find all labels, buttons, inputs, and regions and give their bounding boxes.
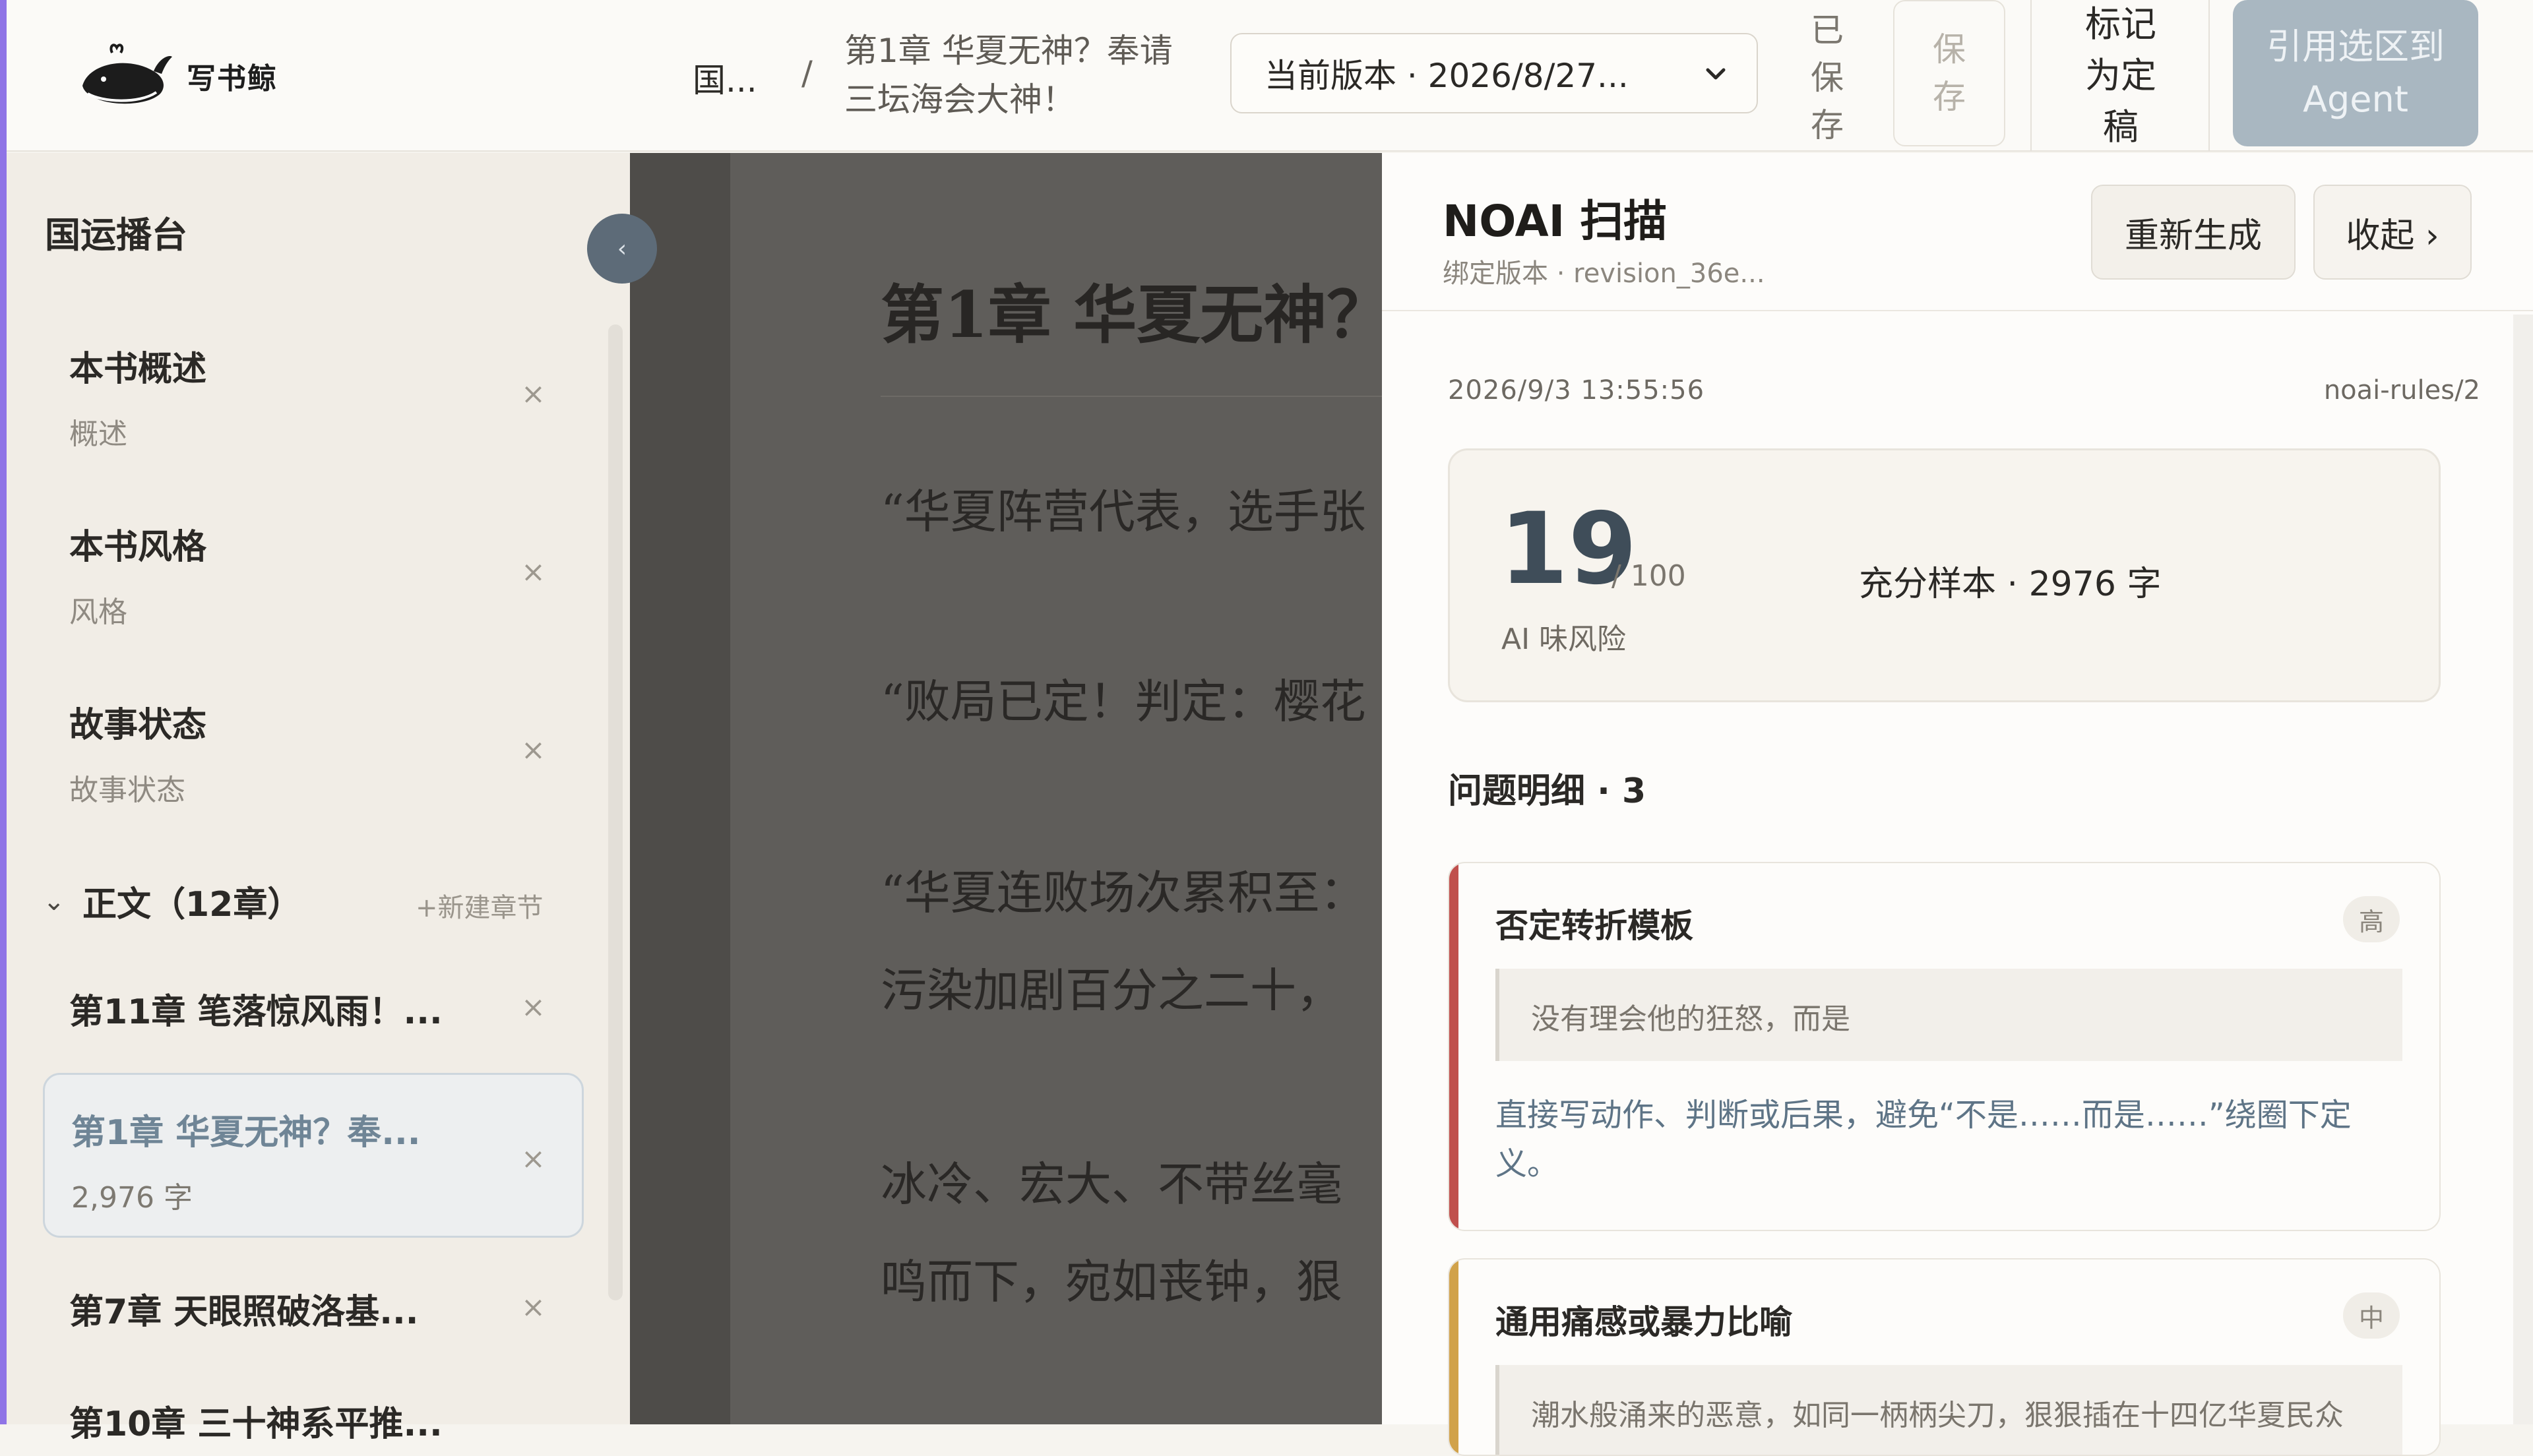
sidebar-item-label: 本书概述 — [69, 349, 207, 389]
close-icon[interactable]: × — [521, 1142, 546, 1176]
editor-chapter-title[interactable]: 第1章 华夏无神？ — [881, 264, 1382, 355]
scan-rules-version: noai-rules/2 — [2323, 375, 2480, 406]
noai-panel-title: NOAI 扫描 — [1443, 196, 1668, 247]
app-name: 写书鲸 — [187, 62, 278, 96]
version-select[interactable]: 当前版本 · 2026/8/27... — [1230, 33, 1758, 113]
chapter-item-active[interactable]: 第1章 华夏无神？奉... 2,976 字 — [43, 1073, 584, 1238]
close-icon[interactable]: × — [521, 733, 546, 767]
app-logo[interactable]: 写书鲸 — [76, 40, 278, 112]
editor-paragraph[interactable]: “华夏阵营代表，选手张 — [881, 463, 1366, 561]
chapter-item-title: 第1章 华夏无神？奉... — [71, 1113, 421, 1153]
cite-to-agent-button[interactable]: 引用选区到 Agent — [2233, 0, 2478, 146]
editor-paragraph[interactable]: 污染加剧百分之二十， — [881, 942, 1342, 1039]
close-icon[interactable]: × — [521, 377, 546, 411]
editor-title-rule — [881, 396, 1382, 397]
editor-paragraph[interactable]: 冰冷、宏大、不带丝毫 — [881, 1136, 1342, 1233]
noai-scan-panel: NOAI 扫描 绑定版本 · revision_36e... 重新生成 收起 ›… — [1382, 153, 2533, 1456]
sidebar-book-title: 国运播台 — [45, 214, 187, 256]
editor-paragraph[interactable]: 鸣而下，宛如丧钟，狠 — [881, 1233, 1342, 1331]
sidebar: 国运播台 本书概述 概述 × 本书风格 风格 × 故事状态 故事状态 × ⌄ 正… — [7, 153, 630, 1444]
editor-paragraph[interactable]: “败局已定！判定：樱花 — [881, 653, 1366, 750]
regenerate-button[interactable]: 重新生成 — [2091, 185, 2296, 280]
sidebar-scrollbar[interactable] — [608, 324, 623, 1300]
severity-badge: 高 — [2343, 896, 2400, 942]
issue-card[interactable]: 通用痛感或暴力比喻 中 潮水般涌来的恶意，如同一柄柄尖刀，狠狠插在十四亿华夏民众 — [1448, 1258, 2441, 1456]
chapter-item[interactable]: 第10章 三十神系平推... — [69, 1396, 491, 1445]
sidebar-item-story-state[interactable]: 故事状态 故事状态 — [69, 697, 571, 808]
issue-name: 否定转折模板 — [1495, 907, 1693, 945]
sidebar-item-label: 故事状态 — [69, 706, 207, 745]
chevron-down-icon — [1706, 68, 1726, 80]
sample-size: 充分样本 · 2976 字 — [1859, 564, 2162, 604]
saved-status: 已保存 — [1811, 11, 1844, 144]
issue-quote: 没有理会他的狂怒，而是 — [1495, 969, 2402, 1061]
close-icon[interactable]: × — [521, 1290, 546, 1324]
editor-content: 第1章 华夏无神？ “华夏阵营代表，选手张 “败局已定！判定：樱花 “华夏连败场… — [630, 153, 1382, 1424]
ai-risk-score-card: 19 / 100 AI 味风险 充分样本 · 2976 字 — [1448, 448, 2441, 702]
toolbar-divider — [2208, 0, 2210, 152]
chapter-item[interactable]: 第11章 笔落惊风雨！... — [69, 984, 491, 1033]
sidebar-item-style[interactable]: 本书风格 风格 — [69, 519, 571, 630]
breadcrumb-chapter: 第1章 华夏无神？奉请三坛海会大神！ — [844, 32, 1173, 119]
chevron-down-icon: ⌄ — [43, 886, 65, 917]
scan-timestamp: 2026/9/3 13:55:56 — [1448, 375, 1705, 406]
chapters-section-title: 正文（12章） — [82, 885, 302, 925]
sidebar-collapse-button[interactable]: ‹ — [587, 214, 657, 284]
issue-card[interactable]: 否定转折模板 高 没有理会他的狂怒，而是 直接写动作、判断或后果，避免“不是……… — [1448, 862, 2441, 1231]
close-icon[interactable]: × — [521, 990, 546, 1024]
panel-scrollbar[interactable] — [2513, 315, 2533, 1424]
window-accent-edge — [0, 0, 7, 1424]
chapter-item[interactable]: 第7章 天眼照破洛基... — [69, 1284, 491, 1333]
severity-bar-high — [1449, 863, 1458, 1230]
chapter-word-count: 2,976 字 — [71, 1181, 193, 1215]
save-button[interactable]: 保存 — [1893, 0, 2005, 146]
issue-name: 通用痛感或暴力比喻 — [1495, 1303, 1792, 1341]
ai-risk-label: AI 味风险 — [1501, 622, 1627, 656]
mark-final-button[interactable]: 标记为定稿 — [2032, 0, 2210, 152]
severity-badge: 中 — [2343, 1292, 2400, 1339]
ai-risk-score-max: / 100 — [1611, 559, 1686, 593]
collapse-panel-button[interactable]: 收起 › — [2313, 185, 2472, 280]
version-select-value: 当前版本 · 2026/8/27... — [1265, 57, 1629, 95]
top-bar: 写书鲸 国... / 第1章 华夏无神？奉请三坛海会大神！ 当前版本 · 202… — [7, 0, 2533, 152]
noai-panel-header: NOAI 扫描 绑定版本 · revision_36e... 重新生成 收起 › — [1382, 153, 2533, 311]
close-icon[interactable]: × — [521, 555, 546, 589]
sidebar-item-sublabel: 概述 — [69, 417, 127, 451]
sidebar-item-sublabel: 风格 — [69, 595, 127, 629]
issue-quote: 潮水般涌来的恶意，如同一柄柄尖刀，狠狠插在十四亿华夏民众 — [1495, 1365, 2402, 1455]
issue-advice: 直接写动作、判断或后果，避免“不是……而是……”绕圈下定义。 — [1495, 1097, 2352, 1182]
severity-bar-medium — [1449, 1259, 1458, 1455]
sidebar-item-overview[interactable]: 本书概述 概述 — [69, 341, 571, 452]
sidebar-item-sublabel: 故事状态 — [69, 774, 185, 807]
breadcrumb-book[interactable]: 国... — [693, 54, 757, 102]
editor-paragraph[interactable]: “华夏连败场次累积至： — [881, 844, 1366, 942]
breadcrumb-separator: / — [801, 54, 813, 92]
sidebar-item-label: 本书风格 — [69, 528, 207, 567]
issues-heading: 问题明细 · 3 — [1448, 772, 1646, 811]
noai-bound-version: 绑定版本 · revision_36e... — [1443, 258, 1765, 289]
new-chapter-button[interactable]: +新建章节 — [416, 886, 544, 925]
whale-icon — [82, 44, 172, 104]
